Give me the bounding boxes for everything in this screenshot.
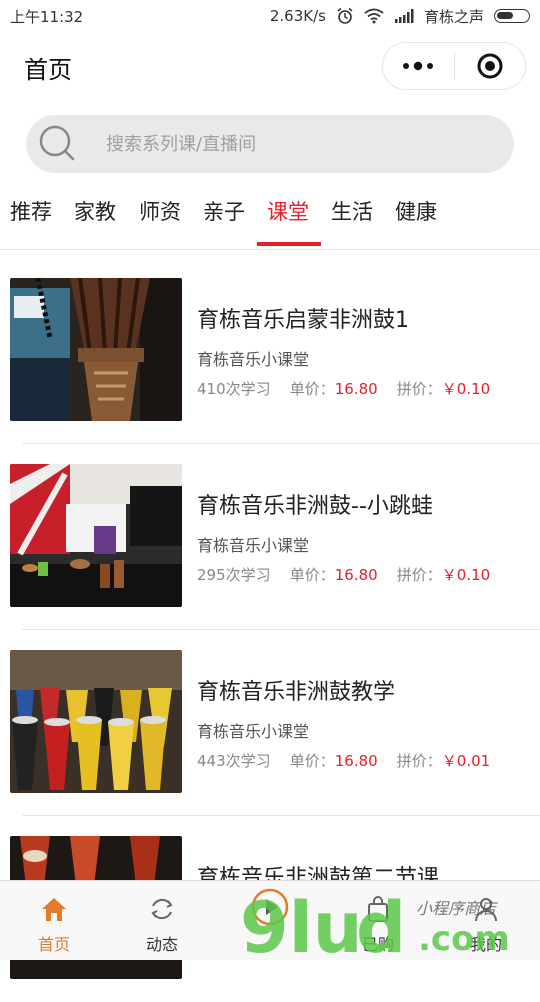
course-meta: 410次学习 单价：16.80 拼价：￥0.10 (197, 378, 490, 399)
course-channel: 育栋音乐小课堂 (197, 350, 310, 369)
wifi-icon (364, 8, 384, 24)
course-title: 育栋音乐非洲鼓教学 (197, 680, 396, 705)
course-title: 育栋音乐非洲鼓--小跳蛙 (197, 494, 433, 519)
unit-price-label: 单价： (289, 380, 335, 398)
course-channel: 育栋音乐小课堂 (197, 536, 310, 555)
battery-icon (494, 9, 530, 23)
group-price-label: 拼价： (396, 752, 442, 770)
course-meta: 295次学习 单价：16.80 拼价：￥0.10 (197, 564, 490, 585)
target-close-icon (477, 53, 503, 79)
tab-life[interactable]: 生活 (331, 196, 373, 226)
search-icon (39, 125, 75, 161)
alarm-icon (337, 7, 353, 24)
status-time: 上午11:32 (10, 7, 84, 26)
group-price: ￥0.10 (441, 566, 491, 584)
network-speed: 2.63K/s (269, 7, 326, 25)
nav-bar: 首页 (0, 32, 540, 102)
unit-price: 16.80 (334, 566, 378, 584)
bag-icon (368, 896, 388, 922)
tab-teachers[interactable]: 师资 (139, 196, 181, 226)
unit-price-label: 单价： (289, 566, 335, 584)
unit-price-label: 单价： (289, 752, 335, 770)
tab-classroom[interactable]: 课堂 (267, 196, 309, 226)
study-count: 295次学习 (197, 566, 271, 584)
group-price: ￥0.01 (441, 752, 491, 770)
group-price-label: 拼价： (396, 380, 442, 398)
course-item[interactable]: 育栋音乐启蒙非洲鼓1 育栋音乐小课堂 410次学习 单价：16.80 拼价：￥0… (0, 258, 540, 444)
refresh-icon (151, 898, 173, 920)
play-icon (251, 888, 289, 926)
bottom-tab-bar: 首页 动态 已购 我的 (0, 880, 540, 960)
page-title: 首页 (24, 56, 72, 84)
signal-icon (394, 9, 414, 23)
group-price: ￥0.10 (441, 380, 491, 398)
group-price-label: 拼价： (396, 566, 442, 584)
unit-price: 16.80 (334, 752, 378, 770)
course-item[interactable]: 育栋音乐非洲鼓--小跳蛙 育栋音乐小课堂 295次学习 单价：16.80 拼价：… (0, 444, 540, 630)
course-title: 育栋音乐启蒙非洲鼓1 (197, 308, 409, 333)
tabbar-mine[interactable]: 我的 (432, 881, 540, 961)
course-channel: 育栋音乐小课堂 (197, 722, 310, 741)
home-icon (42, 898, 66, 921)
carrier-name: 育栋之声 (423, 7, 484, 26)
miniprogram-capsule (382, 42, 526, 90)
tab-tutoring[interactable]: 家教 (74, 196, 116, 226)
tabbar-label: 我的 (469, 935, 502, 954)
tab-health[interactable]: 健康 (395, 196, 437, 226)
search-bar[interactable] (26, 115, 514, 173)
course-meta: 443次学习 单价：16.80 拼价：￥0.01 (197, 750, 490, 771)
person-icon (475, 898, 497, 922)
category-tabs: 推荐 家教 师资 亲子 课堂 生活 健康 (0, 186, 540, 250)
course-thumbnail (10, 650, 182, 793)
tabbar-label: 动态 (145, 935, 178, 954)
status-bar: 上午11:32 2.63K/s 育栋之声 (0, 0, 540, 32)
course-thumbnail (10, 464, 182, 607)
close-button[interactable] (455, 43, 526, 89)
study-count: 443次学习 (197, 752, 271, 770)
course-item[interactable]: 育栋音乐非洲鼓教学 育栋音乐小课堂 443次学习 单价：16.80 拼价：￥0.… (0, 630, 540, 816)
tab-parenting[interactable]: 亲子 (203, 196, 245, 226)
tab-recommend[interactable]: 推荐 (10, 196, 52, 226)
unit-price: 16.80 (334, 380, 378, 398)
tabbar-home[interactable]: 首页 (0, 881, 108, 961)
tabbar-label: 首页 (37, 935, 70, 954)
tabbar-purchased[interactable]: 已购 (324, 881, 432, 961)
tabbar-feed[interactable]: 动态 (108, 881, 216, 961)
more-dots-icon (403, 61, 434, 71)
course-thumbnail (10, 278, 182, 421)
search-input[interactable] (106, 133, 466, 155)
active-tab-indicator (257, 242, 321, 246)
tabbar-live[interactable] (216, 881, 324, 961)
more-button[interactable] (383, 43, 454, 89)
tabbar-label: 已购 (361, 935, 394, 954)
study-count: 410次学习 (197, 380, 271, 398)
status-indicators: 2.63K/s 育栋之声 (270, 6, 530, 27)
